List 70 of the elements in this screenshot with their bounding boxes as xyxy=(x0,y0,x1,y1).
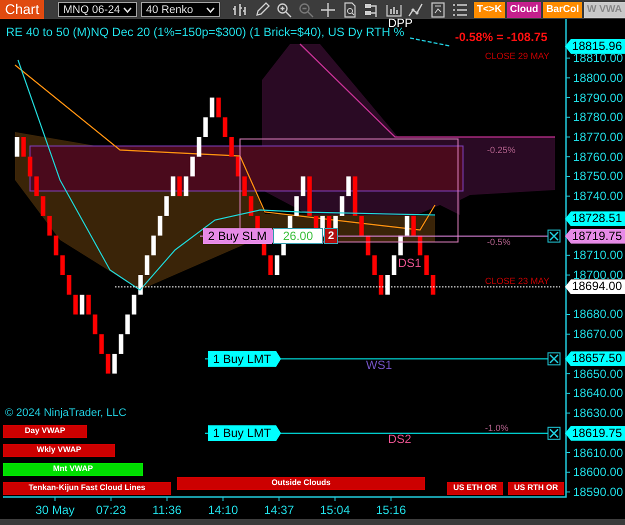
price-marker: 18815.96 xyxy=(565,38,625,54)
indicator-status-bar: Wkly VWAP xyxy=(3,444,115,457)
price-tick: 18650.00 xyxy=(573,368,624,380)
price-marker: 18619.75 xyxy=(565,426,625,441)
order-count[interactable]: 2 xyxy=(324,228,338,244)
order-label[interactable]: 1 Buy LMT xyxy=(208,425,282,442)
dashed-line xyxy=(410,37,450,47)
price-marker: 18657.50 xyxy=(565,351,625,366)
indicator-status-bar: Day VWAP xyxy=(3,425,87,438)
caret-icon xyxy=(123,6,132,12)
period-dropdown[interactable]: 40 Renko xyxy=(141,2,220,17)
price-tick: 18600.00 xyxy=(573,466,624,478)
order-label[interactable]: 1 Buy LMT xyxy=(208,350,282,367)
caret-icon xyxy=(206,6,215,12)
price-tick: 18680.00 xyxy=(573,308,624,320)
indicator-status-bar: Outside Clouds xyxy=(177,477,425,490)
window-title: Chart xyxy=(0,0,44,19)
line-chart-icon[interactable] xyxy=(408,2,424,18)
level-label: DS1 xyxy=(398,256,422,270)
price-marker: 18694.00 xyxy=(565,279,625,294)
time-label: 07:23 xyxy=(94,503,128,517)
zoom-in-icon[interactable] xyxy=(276,2,292,18)
level-label: CLOSE 23 MAY xyxy=(485,276,550,286)
price-tick: 18750.00 xyxy=(573,170,624,182)
bar-chart-icon[interactable] xyxy=(232,2,248,18)
price-tick: 18770.00 xyxy=(573,131,624,143)
level-label: -0.25% xyxy=(487,145,516,155)
price-tick: 18810.00 xyxy=(573,52,624,64)
price-tick: 18760.00 xyxy=(573,150,624,163)
level-label: CLOSE 29 MAY xyxy=(485,51,550,61)
price-tick: 18740.00 xyxy=(573,190,624,202)
toolbar-button[interactable]: Cloud xyxy=(506,2,542,18)
instrument-dropdown[interactable]: MNQ 06-24 xyxy=(58,2,138,17)
crosshair-icon[interactable] xyxy=(320,2,336,18)
level-label: WS1 xyxy=(366,358,392,372)
indicator-status-bar: US ETH OR xyxy=(447,482,503,495)
time-label: 30 May xyxy=(34,503,76,517)
list-icon[interactable] xyxy=(452,2,468,18)
level-label: -0.5% xyxy=(487,237,511,247)
price-tick: 18800.00 xyxy=(573,72,624,84)
time-label: 15:04 xyxy=(318,503,352,517)
price-tick: 18700.00 xyxy=(573,269,624,282)
price-tick: 18780.00 xyxy=(573,111,624,124)
close-order-icon[interactable] xyxy=(548,230,560,243)
pencil-icon[interactable] xyxy=(254,2,270,18)
template-icon[interactable] xyxy=(430,2,446,18)
time-label: 11:36 xyxy=(151,503,183,517)
indicator-status-bar: Tenkan-Kijun Fast Cloud Lines xyxy=(3,482,171,495)
price-tick: 18670.00 xyxy=(573,328,624,340)
zoom-out-icon[interactable] xyxy=(298,2,314,18)
indicator-status-bar: Mnt VWAP xyxy=(3,463,143,476)
time-label: 15:16 xyxy=(374,503,408,517)
time-label: 14:37 xyxy=(262,503,296,517)
price-marker: 18719.75 xyxy=(565,228,625,244)
price-tick: 18610.00 xyxy=(573,446,624,459)
close-order-icon[interactable] xyxy=(548,352,560,366)
price-tick: 18790.00 xyxy=(573,92,624,104)
document-search-icon[interactable] xyxy=(342,2,358,18)
time-label: 14:10 xyxy=(206,503,240,517)
level-label: -1.0% xyxy=(485,423,509,433)
price-tick: 18630.00 xyxy=(573,407,624,420)
price-tick: 18710.00 xyxy=(573,249,624,262)
change-label: -0.58% = -108.75 xyxy=(455,30,548,44)
indicator-status-bar: US RTH OR xyxy=(508,482,564,495)
level-label: DS2 xyxy=(388,432,412,446)
price-marker: 18728.51 xyxy=(565,211,625,226)
price-tick: 18640.00 xyxy=(573,387,624,400)
price-tick: 18590.00 xyxy=(573,486,624,498)
close-order-icon[interactable] xyxy=(548,426,560,440)
copyright-text: © 2024 NinjaTrader, LLC xyxy=(5,407,126,419)
